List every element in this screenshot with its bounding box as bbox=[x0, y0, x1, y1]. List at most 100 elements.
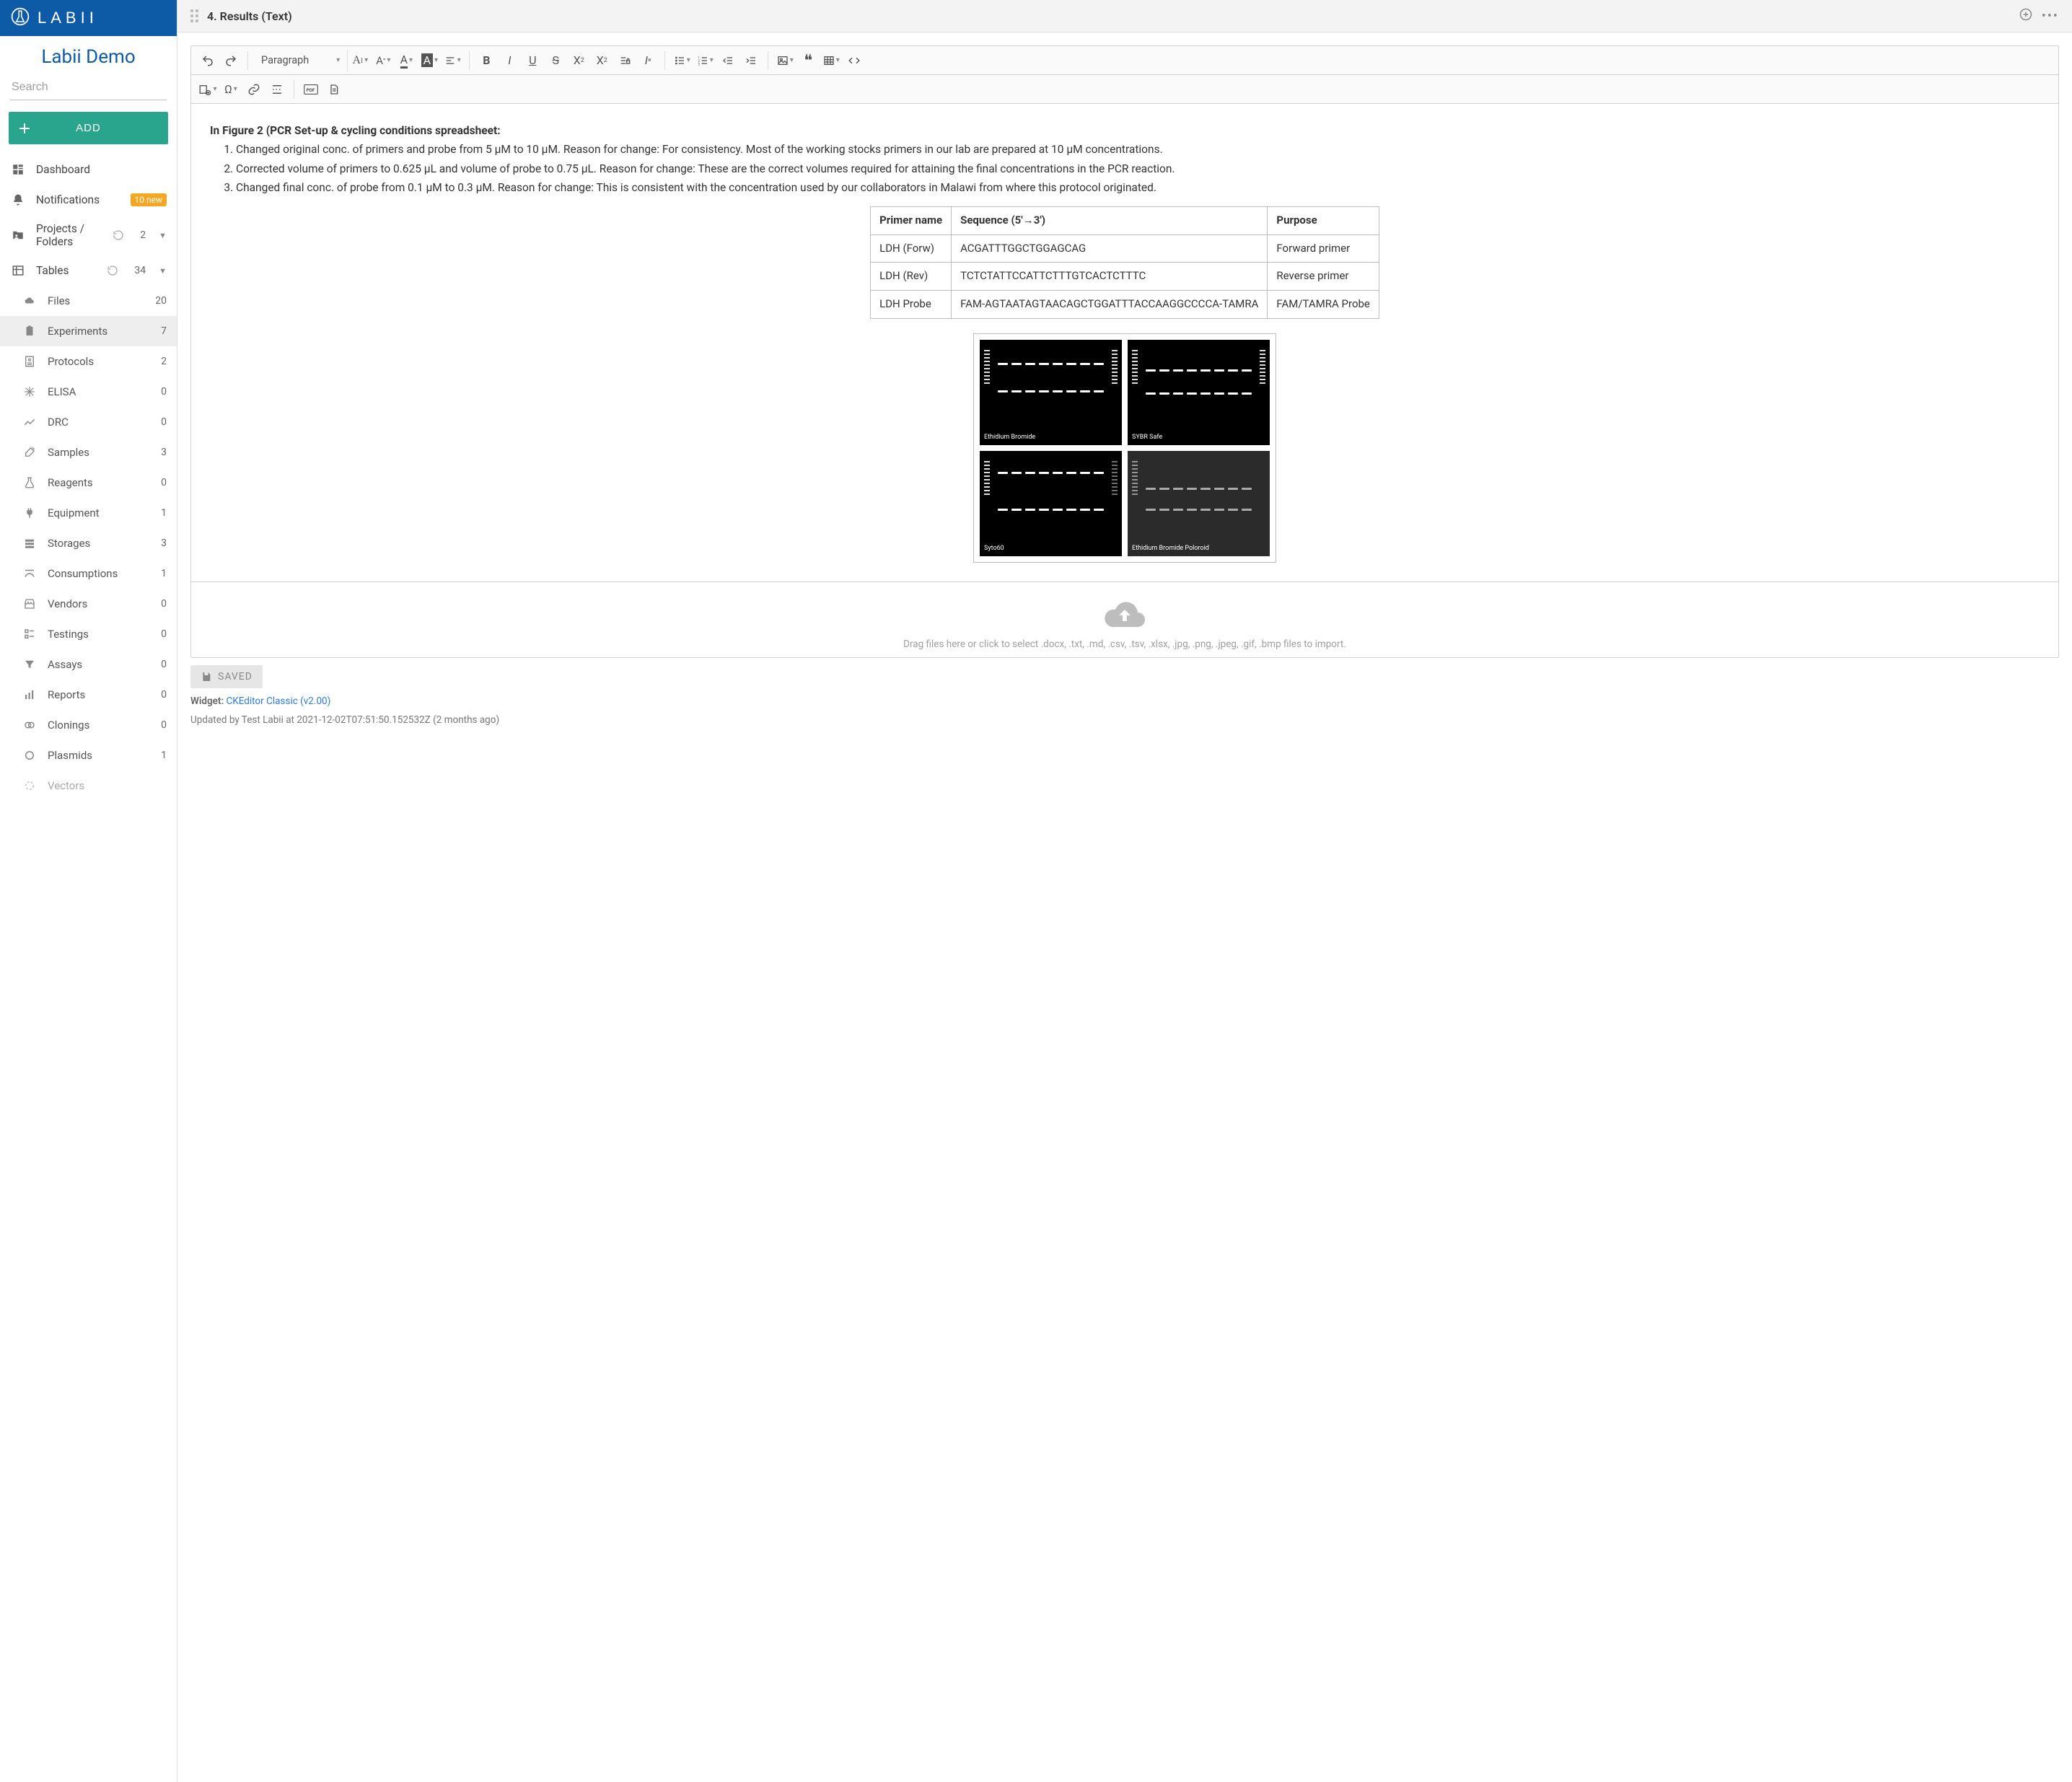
nav-table-assays[interactable]: Assays0 bbox=[0, 649, 177, 680]
nav-label: Tables bbox=[36, 264, 69, 277]
italic-icon[interactable]: I bbox=[499, 50, 520, 71]
nav-label: Files bbox=[48, 294, 70, 307]
page-break-icon[interactable] bbox=[266, 79, 288, 100]
insert-variable-icon[interactable]: ▾ bbox=[197, 79, 219, 100]
svg-text:3: 3 bbox=[698, 62, 700, 66]
sidebar: LaBII Labii Demo ADD Dashboard Notificat… bbox=[0, 0, 177, 1782]
nav-table-reports[interactable]: Reports0 bbox=[0, 680, 177, 710]
nav-label: ELISA bbox=[48, 385, 76, 398]
nav-table-consumptions[interactable]: Consumptions 1 bbox=[0, 558, 177, 589]
nav-tables[interactable]: Tables 34 ▼ bbox=[0, 255, 177, 286]
upload-hint: Drag files here or click to select .docx… bbox=[191, 638, 2058, 650]
nav-table-drc[interactable]: DRC0 bbox=[0, 407, 177, 437]
table-header: Sequence (5'→3') bbox=[952, 206, 1268, 234]
nav-label: Consumptions bbox=[48, 567, 118, 580]
special-char-icon[interactable]: Ω▾ bbox=[220, 79, 242, 100]
upload-zone[interactable]: Drag files here or click to select .docx… bbox=[191, 581, 2058, 657]
nav-projects-folders[interactable]: Projects / Folders 2 ▼ bbox=[0, 215, 177, 255]
more-icon[interactable]: ••• bbox=[2042, 9, 2059, 24]
vector-icon bbox=[22, 778, 38, 794]
svg-text:PDF: PDF bbox=[307, 87, 315, 92]
elisa-icon bbox=[22, 384, 38, 400]
nav-label: Samples bbox=[48, 446, 89, 459]
bell-icon bbox=[10, 192, 26, 208]
gel-image: Ethidium Bromide Poloroid bbox=[1128, 451, 1270, 556]
paragraph-dropdown[interactable]: Paragraph▾ bbox=[254, 50, 348, 71]
nav-notifications[interactable]: Notifications 10 new bbox=[0, 185, 177, 215]
strikethrough-icon[interactable]: S bbox=[545, 50, 566, 71]
image-icon[interactable]: ▾ bbox=[774, 50, 796, 71]
nav-count: 0 bbox=[161, 719, 167, 731]
nav-dashboard[interactable]: Dashboard bbox=[0, 154, 177, 185]
nav-table-reagents[interactable]: Reagents0 bbox=[0, 468, 177, 498]
filter-icon bbox=[22, 657, 38, 672]
undo-icon[interactable] bbox=[197, 50, 219, 71]
nav-count: 0 bbox=[161, 477, 167, 488]
gel-label: SYBR Safe bbox=[1132, 433, 1162, 442]
add-button[interactable]: ADD bbox=[9, 112, 168, 144]
pdf-icon[interactable]: PDF bbox=[300, 79, 322, 100]
nav-table-experiments[interactable]: Experiments7 bbox=[0, 316, 177, 346]
link-icon[interactable] bbox=[243, 79, 265, 100]
indent-icon[interactable] bbox=[740, 50, 762, 71]
nav-table-vendors[interactable]: Vendors 0 bbox=[0, 589, 177, 619]
refresh-icon[interactable] bbox=[113, 229, 124, 241]
nav-table-vectors[interactable]: Vectors bbox=[0, 771, 177, 801]
nav-count: 1 bbox=[161, 507, 167, 519]
gel-label: Syto60 bbox=[984, 544, 1004, 553]
table-header: Primer name bbox=[871, 206, 952, 234]
highlight-icon[interactable]: A▾ bbox=[418, 50, 440, 71]
document-icon[interactable] bbox=[323, 79, 345, 100]
main: 4. Results (Text) ••• Paragraph▾ AI▾ A⁼▾… bbox=[177, 0, 2072, 1782]
table-insert-icon[interactable]: ▾ bbox=[820, 50, 842, 71]
drag-handle-icon[interactable] bbox=[190, 9, 198, 22]
refresh-icon[interactable] bbox=[107, 265, 118, 276]
nav-label: Vendors bbox=[48, 597, 87, 610]
widget-link[interactable]: CKEditor Classic (v2.00) bbox=[226, 695, 330, 707]
workspace-title: Labii Demo bbox=[0, 36, 177, 75]
add-circle-icon[interactable] bbox=[2019, 7, 2033, 25]
blockquote-icon[interactable]: ❝ bbox=[797, 50, 819, 71]
nav-count: 3 bbox=[161, 447, 167, 458]
nav-table-elisa[interactable]: ELISA 0 bbox=[0, 377, 177, 407]
brand-name: LaBII bbox=[38, 9, 98, 27]
nav-table-testings[interactable]: Testings0 bbox=[0, 619, 177, 649]
superscript-icon[interactable]: X2 bbox=[591, 50, 613, 71]
nav-table-storages[interactable]: Storages3 bbox=[0, 528, 177, 558]
editor-content[interactable]: In Figure 2 (PCR Set-up & cycling condit… bbox=[191, 104, 2058, 581]
nav-table-clonings[interactable]: Clonings0 bbox=[0, 710, 177, 740]
table-header: Purpose bbox=[1268, 206, 1379, 234]
nav-count: 1 bbox=[161, 568, 167, 579]
nav-count: 0 bbox=[161, 598, 167, 610]
bullet-list-icon[interactable]: ▾ bbox=[671, 50, 693, 71]
font-size-icon[interactable]: A⁼▾ bbox=[372, 50, 394, 71]
nav-table-protocols[interactable]: Protocols2 bbox=[0, 346, 177, 377]
nav-table-samples[interactable]: Samples 3 bbox=[0, 437, 177, 468]
rich-text-editor: Paragraph▾ AI▾ A⁼▾ A▾ A▾ ▾ B I U S X2 X2… bbox=[190, 45, 2059, 658]
chevron-down-icon[interactable]: ▼ bbox=[159, 266, 167, 276]
cloud-upload-icon bbox=[1102, 597, 1148, 631]
search-input[interactable] bbox=[10, 75, 167, 100]
consumption-icon bbox=[22, 566, 38, 581]
align-icon[interactable]: ▾ bbox=[442, 50, 463, 71]
updated-meta: Updated by Test Labii at 2021-12-02T07:5… bbox=[190, 714, 2059, 726]
lock-format-icon[interactable] bbox=[614, 50, 636, 71]
bold-icon[interactable]: B bbox=[475, 50, 497, 71]
nav-count: 0 bbox=[161, 386, 167, 398]
plug-icon bbox=[22, 505, 38, 521]
underline-icon[interactable]: U bbox=[522, 50, 543, 71]
font-family-icon[interactable]: AI▾ bbox=[349, 50, 371, 71]
section-header: 4. Results (Text) ••• bbox=[177, 0, 2072, 32]
nav-table-files[interactable]: Files20 bbox=[0, 286, 177, 316]
redo-icon[interactable] bbox=[220, 50, 242, 71]
font-color-icon[interactable]: A▾ bbox=[395, 50, 417, 71]
nav-table-equipment[interactable]: Equipment1 bbox=[0, 498, 177, 528]
outdent-icon[interactable] bbox=[717, 50, 739, 71]
subscript-icon[interactable]: X2 bbox=[568, 50, 589, 71]
primer-table: Primer name Sequence (5'→3') Purpose LDH… bbox=[870, 206, 1379, 319]
nav-table-plasmids[interactable]: Plasmids1 bbox=[0, 740, 177, 771]
clear-format-icon[interactable]: I× bbox=[637, 50, 659, 71]
number-list-icon[interactable]: 123▾ bbox=[694, 50, 716, 71]
code-icon[interactable] bbox=[843, 50, 865, 71]
chevron-down-icon[interactable]: ▼ bbox=[159, 231, 167, 240]
